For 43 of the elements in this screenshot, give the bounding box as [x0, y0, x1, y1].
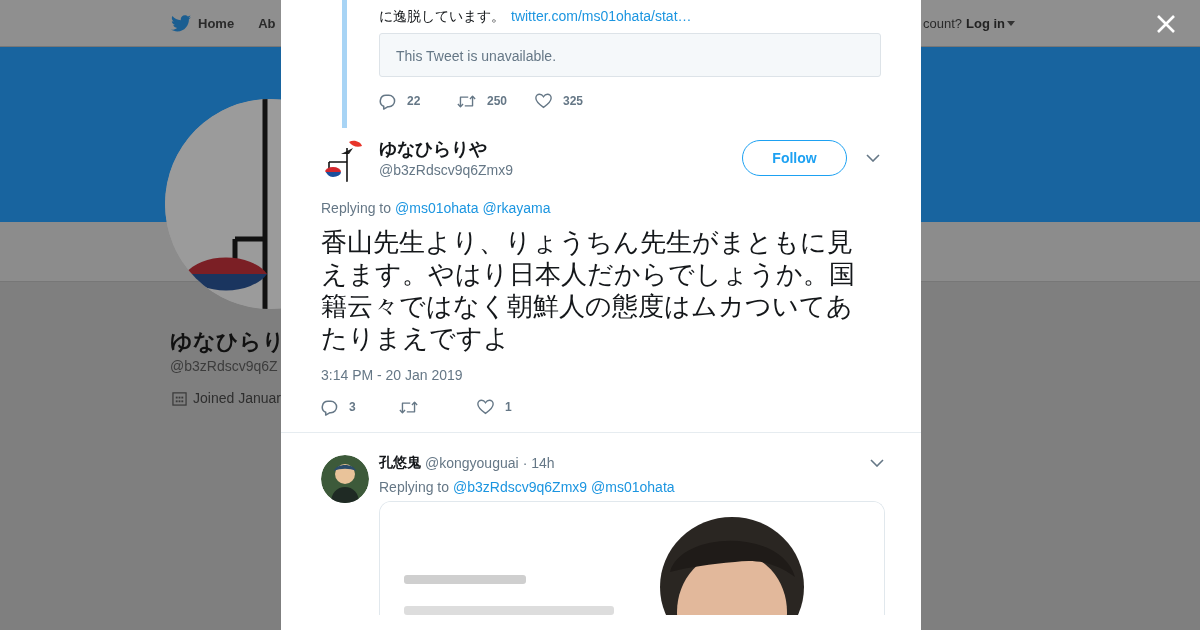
replying-label: Replying to	[379, 479, 450, 495]
mention-link[interactable]: @rkayama	[482, 200, 551, 216]
close-icon	[1156, 14, 1176, 34]
tweet-link[interactable]: twitter.com/ms01ohata/stat…	[511, 8, 692, 24]
avatar-icon	[321, 455, 369, 503]
chevron-icon[interactable]	[870, 459, 884, 467]
bird-icon	[171, 14, 191, 32]
mention-link[interactable]: @b3zRdscv9q6Zmx9	[453, 479, 588, 495]
joined-date: Joined Januar	[193, 390, 281, 406]
like-count: 325	[563, 94, 584, 108]
like-icon[interactable]	[535, 93, 552, 109]
nav-link[interactable]: Home	[171, 14, 235, 32]
retweet-icon[interactable]	[399, 399, 418, 415]
tweet-timestamp: 3:14 PM - 20 Jan 2019	[321, 367, 464, 383]
reply-count: 3	[349, 400, 356, 414]
follow-button[interactable]: Follow	[742, 140, 847, 176]
reply-icon[interactable]	[379, 92, 396, 110]
user-handle: @kongyouguai	[425, 455, 519, 471]
caret-icon	[1007, 20, 1015, 26]
signup-prompt: count?	[922, 15, 962, 31]
user-handle: @b3zRdscv9q6Zmx9	[379, 162, 515, 178]
chevron-icon[interactable]	[866, 154, 880, 162]
login-link[interactable]: Log in	[966, 15, 1015, 31]
close-button[interactable]	[1156, 14, 1176, 34]
mention-link[interactable]: @ms01ohata	[395, 200, 479, 216]
user-name: ゆなひらりや	[379, 138, 488, 160]
user-name: 孔悠鬼	[379, 454, 421, 472]
reply-icon[interactable]	[321, 398, 338, 416]
mention-link[interactable]: @ms01ohata	[591, 479, 675, 495]
profile-handle: @b3zRdscv9q6Z	[170, 358, 279, 374]
like-icon[interactable]	[477, 399, 494, 415]
tweet-age: · 14h	[522, 455, 555, 471]
tweet-text: に逸脱しています。	[379, 8, 505, 24]
profile-name: ゆなひらり	[170, 328, 285, 356]
replying-label: Replying to	[321, 200, 392, 216]
retweet-count: 250	[487, 94, 508, 108]
tweet-text: 香山先生より、りょうちん先生がまともに見えます。やはり日本人だからでしょうか。国籍云々ではなく朝鮮人の態度はムカついてあたりまえですよ	[321, 226, 856, 354]
reply-count: 22	[407, 94, 421, 108]
calendar-icon	[172, 390, 187, 406]
retweet-icon[interactable]	[457, 93, 476, 109]
nav-link[interactable]: Ab	[258, 15, 276, 31]
like-count: 1	[505, 400, 512, 414]
unavailable-notice: This Tweet is unavailable.	[379, 33, 881, 77]
